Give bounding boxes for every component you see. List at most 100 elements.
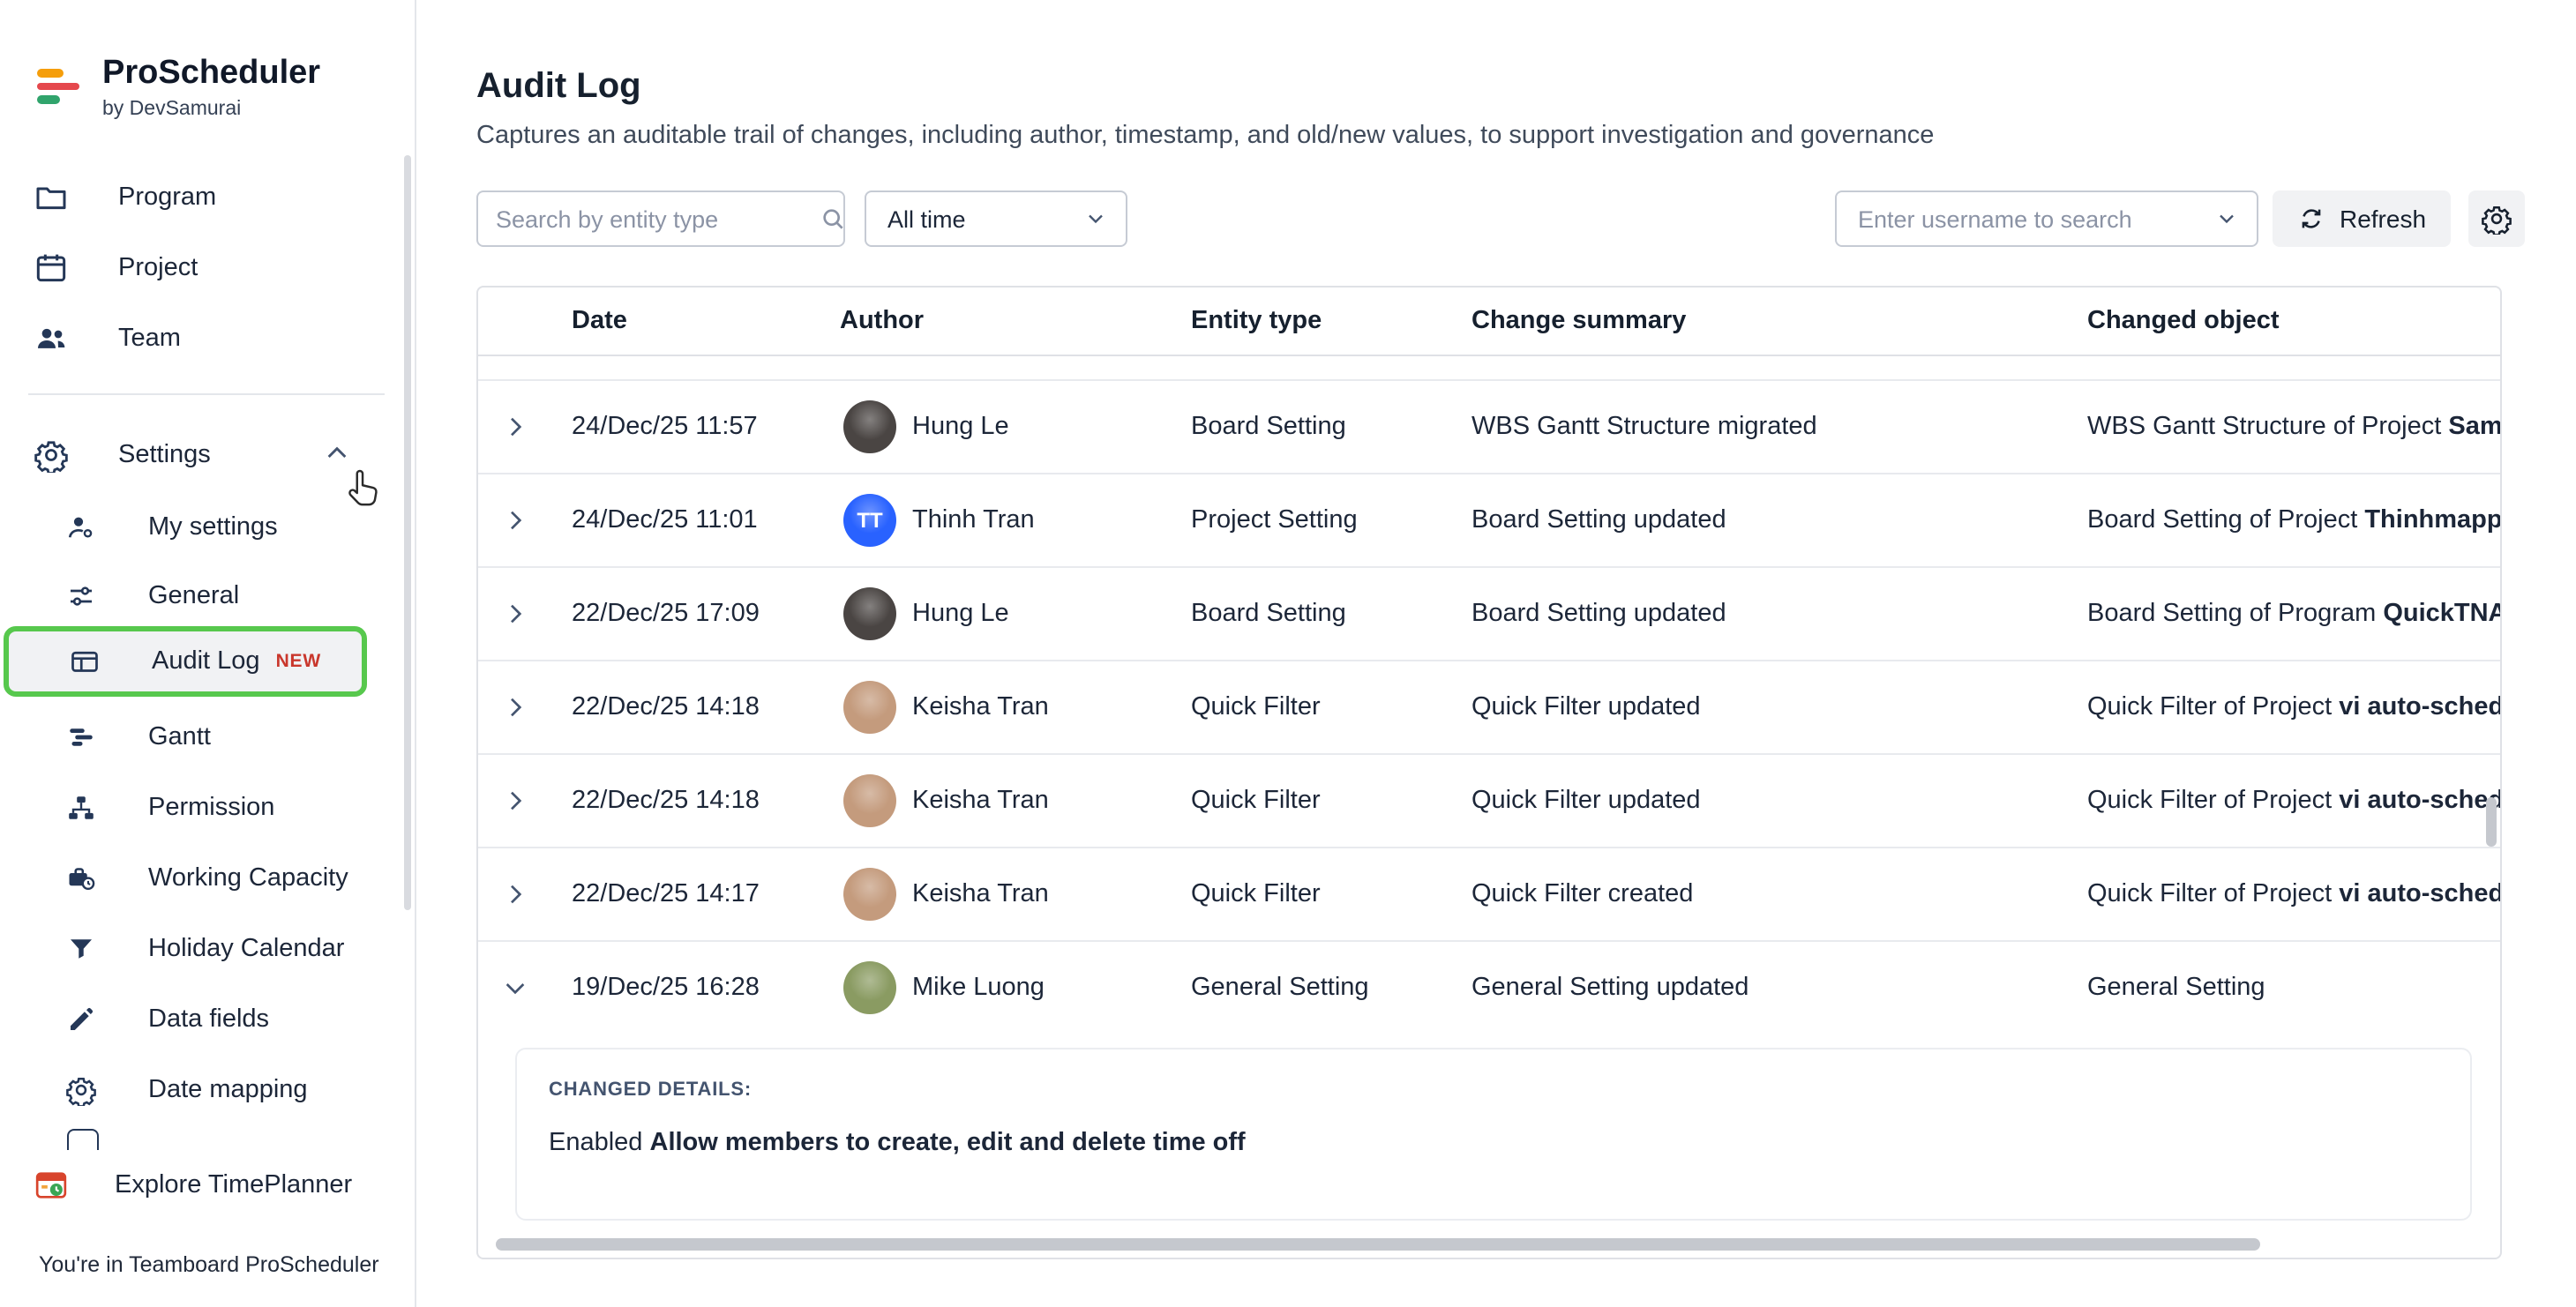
- username-placeholder: Enter username to search: [1858, 205, 2132, 232]
- sidebar-item-label: Data fields: [148, 1005, 269, 1034]
- col-header-author: Author: [840, 307, 1191, 335]
- user-settings-icon: [65, 512, 97, 543]
- sidebar-scrollbar[interactable]: [404, 155, 411, 910]
- expand-chevron-right-icon[interactable]: [478, 506, 572, 534]
- author-name: Mike Luong: [912, 974, 1045, 1002]
- hierarchy-icon: [65, 792, 97, 824]
- sidebar-item-working-capacity[interactable]: Working Capacity: [0, 848, 415, 908]
- avatar: [843, 681, 896, 734]
- page-title: Audit Log: [476, 67, 641, 108]
- calendar-icon: [34, 250, 69, 286]
- vertical-scrollbar[interactable]: [2486, 797, 2497, 847]
- sidebar-item-label: Team: [118, 325, 181, 353]
- refresh-icon: [2297, 205, 2325, 233]
- sidebar-item-permission[interactable]: Permission: [0, 778, 415, 838]
- sidebar-item-label: My settings: [148, 513, 278, 541]
- page-subtitle: Captures an auditable trail of changes, …: [476, 122, 2417, 150]
- sidebar-item-general[interactable]: General: [0, 566, 415, 626]
- username-search-select[interactable]: Enter username to search: [1835, 190, 2258, 247]
- expand-chevron-down-icon[interactable]: [478, 974, 572, 1002]
- entity-search-input[interactable]: [478, 194, 819, 243]
- app-brand: ProScheduler by DevSamurai: [37, 56, 320, 120]
- expand-chevron-right-icon[interactable]: [478, 787, 572, 815]
- expand-chevron-right-icon[interactable]: [478, 413, 572, 441]
- sliders-icon: [65, 580, 97, 612]
- time-filter-value: All time: [887, 205, 966, 232]
- table-row[interactable]: 22/Dec/25 17:09 Hung Le Board Setting Bo…: [478, 568, 2500, 661]
- cell-change-summary: Board Setting updated: [1471, 600, 2087, 628]
- sidebar-item-gantt[interactable]: Gantt: [0, 707, 415, 767]
- cell-entity-type: Board Setting: [1191, 413, 1471, 441]
- sidebar-item-label: Working Capacity: [148, 864, 348, 892]
- sidebar-item-project[interactable]: Project: [0, 238, 415, 298]
- expand-chevron-right-icon[interactable]: [478, 600, 572, 628]
- table-row[interactable]: 24/Dec/25 11:01 TT Thinh Tran Project Se…: [478, 474, 2500, 568]
- time-filter-select[interactable]: All time: [865, 190, 1127, 247]
- table-settings-button[interactable]: [2468, 190, 2525, 247]
- table-row[interactable]: 24/Dec/25 11:57 Hung Le Board Setting WB…: [478, 381, 2500, 474]
- cell-date: 19/Dec/25 16:28: [572, 974, 840, 1002]
- table-row[interactable]: 22/Dec/25 14:18 Keisha Tran Quick Filter…: [478, 661, 2500, 755]
- sidebar-item-label: Project: [118, 254, 198, 282]
- briefcase-clock-icon: [65, 863, 97, 894]
- audit-log-icon: [69, 646, 101, 677]
- col-header-change-summary: Change summary: [1471, 307, 2087, 335]
- sidebar-item-program[interactable]: Program: [0, 168, 415, 228]
- cell-changed-object: General Setting: [2087, 974, 2500, 1002]
- cell-date: 22/Dec/25 17:09: [572, 600, 840, 628]
- sidebar-item-holiday-calendar[interactable]: Holiday Calendar: [0, 919, 415, 979]
- gear-icon: [34, 437, 69, 473]
- table-row[interactable]: 22/Dec/25 14:18 Keisha Tran Quick Filter…: [478, 755, 2500, 848]
- expand-chevron-right-icon[interactable]: [478, 693, 572, 721]
- cell-author: Hung Le: [840, 587, 1191, 640]
- entity-search-box: [476, 190, 845, 247]
- cell-entity-type: Quick Filter: [1191, 880, 1471, 908]
- funnel-icon: [65, 933, 97, 965]
- sidebar-item-audit-log[interactable]: Audit Log NEW: [4, 626, 367, 697]
- sidebar-item-label: General: [148, 582, 239, 610]
- timeplanner-icon: [34, 1168, 69, 1203]
- sidebar: ProScheduler by DevSamurai Program Proje…: [0, 0, 416, 1307]
- sidebar-item-label: Permission: [148, 794, 274, 822]
- avatar: [843, 400, 896, 453]
- expanded-details-panel: CHANGED DETAILS: Enabled Allow members t…: [478, 1034, 2500, 1258]
- gear-icon: [65, 1074, 97, 1106]
- partially-scrolled-row: [478, 356, 2500, 381]
- cell-entity-type: Quick Filter: [1191, 693, 1471, 721]
- sidebar-item-explore-timeplanner[interactable]: Explore TimePlanner: [0, 1150, 416, 1221]
- avatar: TT: [843, 494, 896, 547]
- table-row-expanded[interactable]: 19/Dec/25 16:28 Mike Luong General Setti…: [478, 942, 2500, 1034]
- app-subtitle: by DevSamurai: [102, 99, 320, 120]
- sidebar-item-data-fields[interactable]: Data fields: [0, 990, 415, 1049]
- changed-details-label: CHANGED DETAILS:: [549, 1079, 2438, 1101]
- cell-author: Keisha Tran: [840, 774, 1191, 827]
- refresh-label: Refresh: [2340, 205, 2426, 233]
- sidebar-item-label: Date mapping: [148, 1076, 308, 1104]
- horizontal-scrollbar[interactable]: [496, 1238, 2260, 1251]
- cell-changed-object: Quick Filter of Project vi auto-sched: [2087, 693, 2500, 721]
- cell-author: Hung Le: [840, 400, 1191, 453]
- col-header-date: Date: [572, 307, 840, 335]
- cell-changed-object: Quick Filter of Project vi auto-sched: [2087, 787, 2500, 815]
- audit-log-table: Date Author Entity type Change summary C…: [476, 286, 2502, 1259]
- col-header-entity-type: Entity type: [1191, 307, 1471, 335]
- sidebar-item-date-mapping[interactable]: Date mapping: [0, 1060, 415, 1120]
- cell-entity-type: General Setting: [1191, 974, 1471, 1002]
- changed-details-box: CHANGED DETAILS: Enabled Allow members t…: [515, 1048, 2472, 1221]
- expand-chevron-right-icon[interactable]: [478, 880, 572, 908]
- sidebar-item-label: Audit Log: [152, 647, 260, 676]
- new-badge: NEW: [276, 651, 321, 672]
- avatar: [843, 961, 896, 1014]
- cell-date: 24/Dec/25 11:01: [572, 506, 840, 534]
- refresh-button[interactable]: Refresh: [2273, 190, 2451, 247]
- cell-change-summary: Quick Filter created: [1471, 880, 2087, 908]
- table-row[interactable]: 22/Dec/25 14:17 Keisha Tran Quick Filter…: [478, 848, 2500, 942]
- pencil-icon: [65, 1004, 97, 1035]
- author-name: Keisha Tran: [912, 787, 1049, 815]
- avatar: [843, 587, 896, 640]
- col-header-changed-object: Changed object: [2087, 307, 2500, 335]
- author-name: Hung Le: [912, 600, 1009, 628]
- sidebar-item-team[interactable]: Team: [0, 309, 415, 369]
- chevron-down-icon: [2214, 206, 2239, 231]
- cell-entity-type: Quick Filter: [1191, 787, 1471, 815]
